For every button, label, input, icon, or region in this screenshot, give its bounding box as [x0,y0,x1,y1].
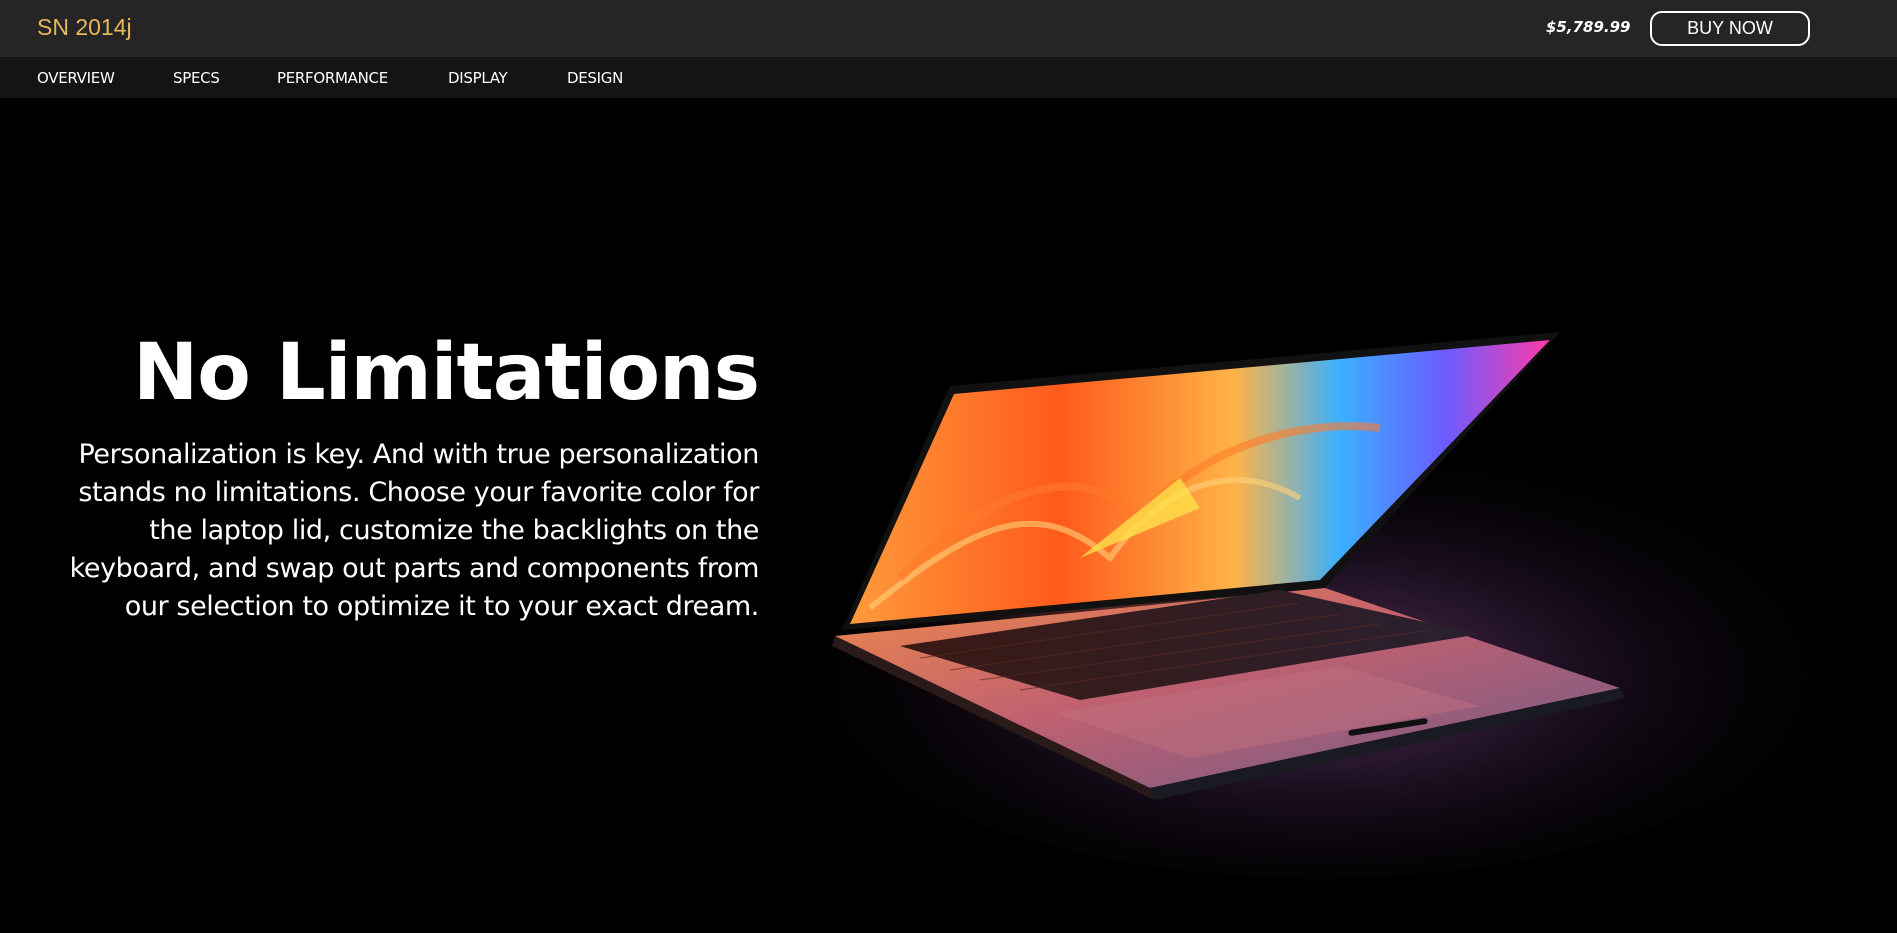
laptop-image [780,332,1860,878]
nav-item-design[interactable]: DESIGN [567,69,623,87]
hero-description: Personalization is key. And with true pe… [69,439,760,622]
hero-text-block: No Limitations Personalization is key. A… [60,328,760,626]
top-bar: SN 2014j $5,789.99 BUY NOW [0,0,1897,57]
nav-item-performance[interactable]: PERFORMANCE [277,69,388,87]
nav-item-specs[interactable]: SPECS [173,69,220,87]
buy-now-button[interactable]: BUY NOW [1650,11,1810,46]
nav-item-overview[interactable]: OVERVIEW [37,69,115,87]
section-nav: OVERVIEW SPECS PERFORMANCE DISPLAY DESIG… [0,57,1897,98]
hero-title: No Limitations [133,328,760,418]
price-label: $5,789.99 [1546,18,1631,36]
brand-logo[interactable]: SN 2014j [37,14,132,41]
nav-item-display[interactable]: DISPLAY [448,69,508,87]
hero-section: No Limitations Personalization is key. A… [0,98,1897,933]
